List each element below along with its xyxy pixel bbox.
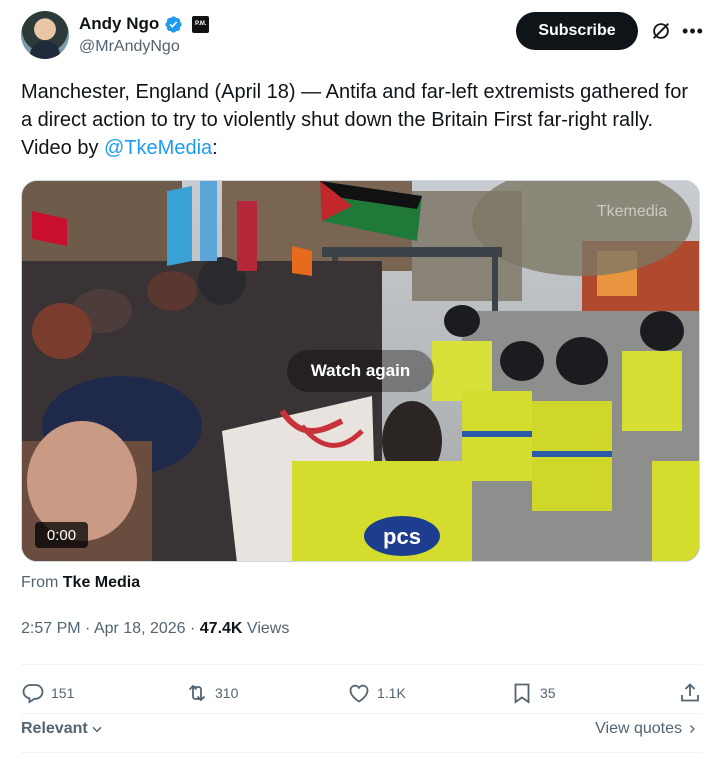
author-name-row: Andy Ngo P.M.: [79, 14, 210, 34]
reply-icon: [22, 684, 44, 704]
more-options-icon[interactable]: •••: [682, 20, 704, 42]
view-quotes-label: View quotes: [595, 720, 682, 737]
reply-button[interactable]: 151: [21, 676, 74, 710]
action-bar: 151 310 1.1K 35: [21, 676, 702, 710]
media-source-link[interactable]: Tke Media: [63, 574, 140, 591]
repost-icon: [188, 684, 206, 702]
meta-separator: ·: [185, 620, 200, 637]
video-timestamp: 0:00: [35, 522, 88, 548]
like-button[interactable]: 1.1K: [347, 676, 406, 710]
tweet-header: Andy Ngo P.M. @MrAndyNgo Subscribe •••: [21, 11, 704, 61]
divider: [21, 713, 702, 714]
repost-button[interactable]: 310: [185, 676, 238, 710]
tweet-text-tail: :: [212, 137, 218, 159]
bookmark-button[interactable]: 35: [510, 676, 556, 710]
bookmark-icon: [514, 683, 530, 704]
share-button[interactable]: [678, 676, 702, 710]
sort-label: Relevant: [21, 720, 88, 737]
subscribe-button[interactable]: Subscribe: [516, 12, 638, 50]
verified-badge-icon[interactable]: [164, 15, 183, 34]
reply-count: 151: [51, 685, 75, 701]
sort-replies-dropdown[interactable]: Relevant: [21, 720, 104, 738]
tweet-time[interactable]: 2:57 PM: [21, 620, 81, 637]
tweet-text: Manchester, England (April 18) — Antifa …: [21, 78, 701, 162]
media-source-prefix: From: [21, 574, 63, 591]
meta-separator: ·: [80, 620, 94, 637]
divider: [21, 664, 702, 665]
vest-logo-text: pcs: [383, 524, 421, 549]
grok-icon[interactable]: [650, 20, 672, 42]
mention-link[interactable]: @TkeMedia: [104, 137, 212, 159]
views-label: Views: [242, 620, 290, 637]
watermark-text: Tkemedia: [597, 203, 667, 220]
heart-icon: [349, 684, 369, 703]
avatar[interactable]: [21, 11, 69, 59]
tweet-meta: 2:57 PM · Apr 18, 2026 · 47.4K Views: [21, 620, 289, 638]
tweet-date[interactable]: Apr 18, 2026: [94, 620, 186, 637]
views-count[interactable]: 47.4K: [200, 620, 243, 637]
share-icon: [681, 683, 699, 702]
bookmark-count: 35: [540, 685, 556, 701]
like-count: 1.1K: [377, 685, 406, 701]
media-source: From Tke Media: [21, 574, 140, 592]
author-handle[interactable]: @MrAndyNgo: [79, 38, 180, 56]
affiliate-badge-icon[interactable]: P.M.: [192, 15, 210, 33]
author-display-name[interactable]: Andy Ngo: [79, 14, 159, 34]
watch-again-button[interactable]: Watch again: [287, 350, 434, 392]
divider: [21, 752, 702, 753]
repost-count: 310: [215, 685, 239, 701]
view-quotes-link[interactable]: View quotes: [595, 720, 698, 738]
chevron-right-icon: [690, 725, 695, 733]
chevron-down-icon: [92, 726, 102, 733]
